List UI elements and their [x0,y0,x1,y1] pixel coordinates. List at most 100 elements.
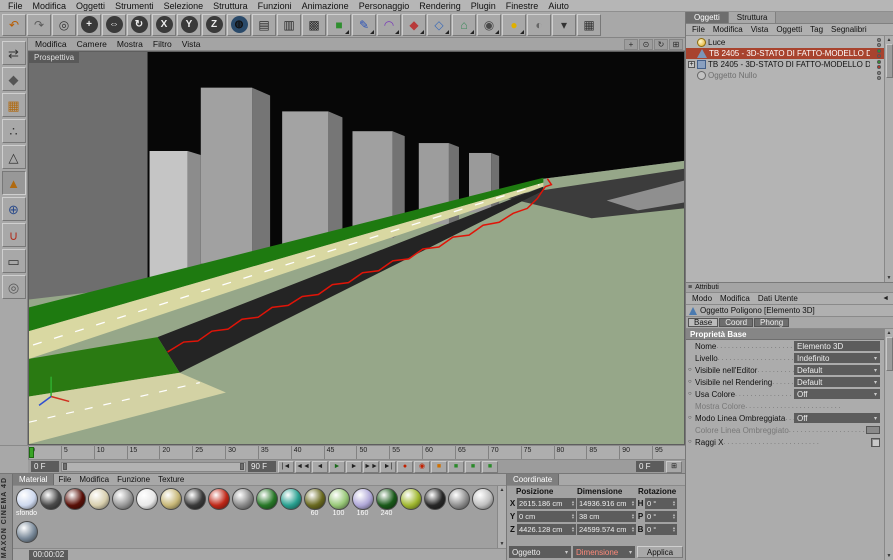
material-item[interactable] [87,488,110,510]
add-camera-icon[interactable]: ◉ [477,13,501,36]
render-visibility-dot[interactable] [877,65,881,69]
vp-menu-mostra[interactable]: Mostra [112,39,148,49]
attr-dropdown[interactable]: Off ▾ [794,389,880,399]
tab-oggetti[interactable]: Oggetti [686,12,729,23]
mat-menu-texture[interactable]: Texture [154,475,188,484]
render-view-icon[interactable]: ▤ [252,13,276,36]
position-field[interactable]: 4426.128 cm [517,523,576,535]
material-item[interactable] [135,488,158,510]
spinner-icon[interactable] [571,513,575,519]
expander-icon[interactable]: + [688,61,695,68]
redo-icon[interactable]: ↷ [27,13,51,36]
lock-y-axis-icon[interactable]: Y [177,13,201,36]
scroll-thumb[interactable] [885,44,893,78]
move-icon[interactable]: + [77,13,101,36]
playhead-marker[interactable] [29,447,34,458]
editor-visibility-dot[interactable] [877,38,881,42]
material-item[interactable] [183,488,206,510]
om-menu-modifica[interactable]: Modifica [709,25,747,34]
scroll-down-icon[interactable]: ▼ [887,275,892,281]
attr-tab-phong[interactable]: Phong [754,318,790,327]
editor-visibility-dot[interactable] [877,71,881,75]
section-header[interactable]: Proprietà Base [686,329,884,340]
mat-menu-modifica[interactable]: Modifica [75,475,113,484]
material-item[interactable]: 100 [327,488,350,518]
material-item[interactable] [207,488,230,510]
render-settings-icon[interactable]: ▩ [302,13,326,36]
render-visibility-dot[interactable] [877,54,881,58]
rotation-field[interactable]: 0 ° [645,510,677,522]
menu-finestre[interactable]: Finestre [501,1,544,11]
attributes-scrollbar[interactable]: ▲ ▼ [884,329,893,560]
add-material-icon[interactable]: ◐ [527,13,551,36]
attr-menu-modifica[interactable]: Modifica [716,294,754,303]
scroll-down-icon[interactable]: ▼ [887,553,892,559]
material-item[interactable]: sfondo [15,488,38,518]
menu-plugin[interactable]: Plugin [466,1,501,11]
rotation-field[interactable]: 0 ° [645,497,677,509]
spinner-icon[interactable] [672,500,676,506]
rotation-field[interactable]: 0 ° [645,523,677,535]
material-item[interactable] [255,488,278,510]
panel-menu-icon[interactable]: ≡ [688,284,692,291]
editor-visibility-dot[interactable] [877,49,881,53]
om-menu-segnalibri[interactable]: Segnalibri [827,25,871,34]
record-position-button[interactable]: ■ [431,460,447,473]
attr-tab-base[interactable]: Base [688,318,719,327]
play-button[interactable]: ► [329,460,345,473]
coordinate-size-select[interactable]: Dimensione ▾ [573,546,635,558]
material-item[interactable] [111,488,134,510]
lock-z-axis-icon[interactable]: Z [202,13,226,36]
live-selection-icon[interactable]: ◎ [52,13,76,36]
dimension-field[interactable]: 24599.574 cm [577,523,636,535]
scale-icon[interactable]: ⇔ [102,13,126,36]
add-spline-icon[interactable]: ✎ [352,13,376,36]
display-mode-icon[interactable]: ▦ [577,13,601,36]
viewport-3d-scene[interactable] [29,52,684,444]
scroll-up-icon[interactable]: ▲ [887,37,892,43]
menu-strumenti[interactable]: Strumenti [110,1,159,11]
use-object-axis-mode-icon[interactable]: ⊕ [1,197,26,221]
make-editable-icon[interactable]: ⇄ [1,41,26,65]
use-texture-mode-icon[interactable]: ▦ [1,93,26,117]
use-model-mode-icon[interactable]: ◆ [1,67,26,91]
spinner-icon[interactable] [571,526,575,532]
key-options-button[interactable]: ⊞ [666,460,682,473]
editor-visibility-dot[interactable] [877,60,881,64]
use-polygons-mode-icon[interactable]: ▲ [1,171,26,195]
attr-tab-coord[interactable]: Coord [719,318,754,327]
use-edges-mode-icon[interactable]: △ [1,145,26,169]
material-item[interactable] [447,488,470,510]
menu-struttura[interactable]: Struttura [208,1,253,11]
scroll-thumb[interactable] [885,337,893,371]
material-item[interactable]: 240 [375,488,398,518]
preview-range-slider[interactable] [61,461,246,472]
scroll-up-icon[interactable]: ▲ [887,330,892,336]
om-menu-tag[interactable]: Tag [806,25,827,34]
material-item[interactable] [279,488,302,510]
snap-settings-icon[interactable]: ∪ [1,223,26,247]
vp-menu-camere[interactable]: Camere [72,39,112,49]
om-menu-file[interactable]: File [688,25,709,34]
scroll-up-icon[interactable]: ▲ [500,487,505,493]
tree-row[interactable]: Luce [686,37,884,48]
use-points-mode-icon[interactable]: ∴ [1,119,26,143]
toggle-layout-icon[interactable]: ⊞ [669,38,683,50]
material-item[interactable] [39,488,62,510]
rotate-icon[interactable]: ↻ [127,13,151,36]
rotate-view-icon[interactable]: ↻ [654,38,668,50]
material-item[interactable] [399,488,422,510]
dimension-field[interactable]: 14936.916 cm [577,497,636,509]
attr-dropdown[interactable]: Default ▾ [794,365,880,375]
add-primitive-icon[interactable]: ■ [327,13,351,36]
coordinate-mode-select[interactable]: Oggetto ▾ [509,546,571,558]
spinner-icon[interactable] [571,500,575,506]
goto-end-button[interactable]: ►| [380,460,396,473]
spinner-icon[interactable] [631,500,635,506]
next-frame-button[interactable]: ► [346,460,362,473]
undo-icon[interactable]: ↶ [2,13,26,36]
lock-x-axis-icon[interactable]: X [152,13,176,36]
position-field[interactable]: 2615.186 cm [517,497,576,509]
add-nurbs-icon[interactable]: ◠ [377,13,401,36]
range-end-handle[interactable] [240,463,244,470]
